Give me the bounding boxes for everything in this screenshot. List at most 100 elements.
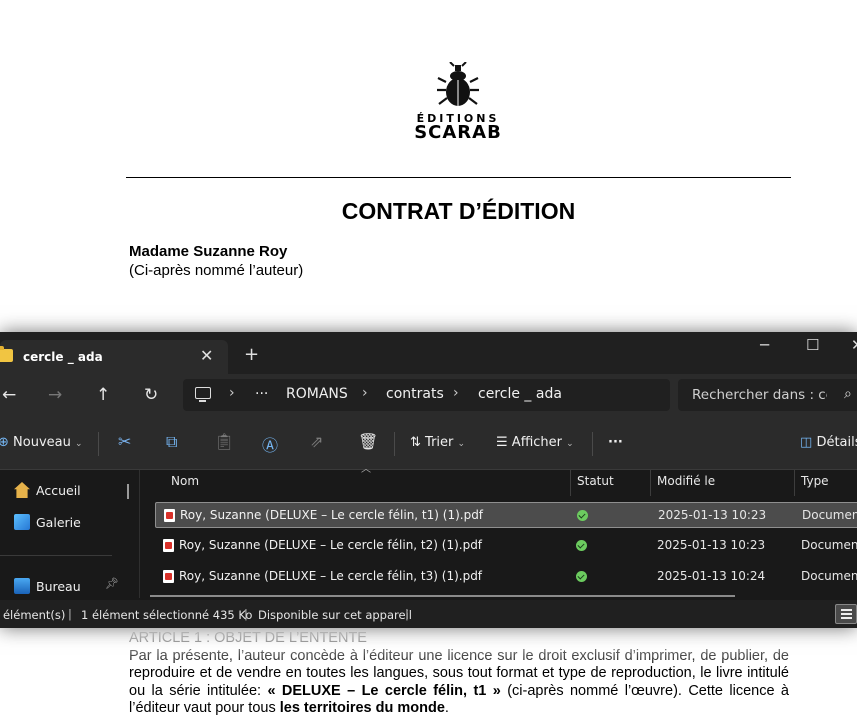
tab-label: cercle _ ada [23,350,103,364]
up-arrow-icon[interactable]: ↑ [96,385,110,405]
scarab-beetle-icon [437,62,479,106]
pdf-file-icon [163,570,174,583]
rename-icon[interactable]: Ⓐ [262,432,278,456]
pdf-file-icon [164,509,175,522]
details-pane-icon: ◫ [800,435,813,450]
territory-bold: les territoires du monde [279,700,445,716]
selection-info: 1 élément sélectionné 435 Ko [81,608,253,622]
new-tab-button[interactable]: + [244,344,259,365]
status-bar: 3 élément(s) | 1 élément sélectionné 435… [0,600,857,628]
minimize-button[interactable]: ─ [760,336,769,354]
close-window-button[interactable]: ✕ [851,336,857,354]
file-list: ︿ Nom Statut Modifié le Type Roy, Suzann… [141,464,857,598]
sidebar-item-label: Accueil [36,483,81,498]
breadcrumb-romans[interactable]: ROMANS [286,386,348,402]
view-label: Afficher [511,435,562,450]
details-view-toggle-icon[interactable] [835,604,857,624]
toolbar-divider [592,432,593,456]
details-button[interactable]: ◫ Détails [800,435,857,450]
logo-text-bottom: SCARAB [414,122,502,143]
sidebar-item-bureau[interactable]: Bureau [14,578,81,594]
computer-icon [195,387,211,402]
refresh-icon[interactable]: ↻ [144,385,158,405]
maximize-button[interactable]: ☐ [806,336,819,354]
paste-icon[interactable]: 📋︎ [214,432,234,451]
plus-circle-icon: ⊕ [0,435,9,450]
share-icon[interactable]: ⇗ [310,432,323,451]
column-header-type[interactable]: Type [801,474,829,488]
new-label: Nouveau [13,435,71,450]
file-type: Document [802,508,857,522]
chevron-right-icon: › [362,385,368,401]
file-name: Roy, Suzanne (DELUXE – Le cercle félin, … [179,569,483,583]
sidebar-scrollbar[interactable] [127,484,129,499]
sort-icon: ⇅ [410,435,421,450]
column-header-status[interactable]: Statut [577,474,614,488]
navigation-pane: Accueil Galerie Bureau 📌︎ [0,470,140,598]
sidebar-item-label: Galerie [36,515,81,530]
search-input[interactable]: Rechercher dans : cercle _ ada [692,387,827,403]
back-arrow-icon[interactable]: ← [2,385,16,405]
folder-icon [0,346,13,362]
address-bar[interactable]: › ··· ROMANS › contrats › cercle _ ada [183,379,670,411]
file-row[interactable]: Roy, Suzanne (DELUXE – Le cercle félin, … [155,533,857,559]
pin-icon[interactable]: 📌︎ [105,577,119,590]
sidebar-item-galerie[interactable]: Galerie [14,514,81,530]
title-bar: cercle _ ada ✕ + ─ ☐ ✕ [0,332,857,374]
column-header-modified[interactable]: Modifié le [657,474,715,488]
copy-icon[interactable]: ⧉ [166,432,177,452]
cut-icon[interactable]: ✂ [118,432,131,451]
author-name: Madame Suzanne Roy [129,243,288,260]
sidebar-divider [0,555,112,556]
breadcrumb-contrats[interactable]: contrats [386,386,444,402]
file-modified: 2025-01-13 10:23 [657,538,766,552]
document-blank-area [120,300,320,330]
document-title: CONTRAT D’ÉDITION [341,198,576,224]
status-divider: | [68,607,72,621]
column-header-name[interactable]: Nom [171,474,199,488]
toolbar-divider [98,432,99,456]
sidebar-item-label: Bureau [36,579,81,594]
file-name: Roy, Suzanne (DELUXE – Le cercle félin, … [180,508,484,522]
home-icon [14,482,30,498]
breadcrumb-more[interactable]: ··· [255,386,268,402]
breadcrumb-cercle-ada[interactable]: cercle _ ada [478,386,562,402]
file-row[interactable]: Roy, Suzanne (DELUXE – Le cercle félin, … [155,564,857,590]
publisher-logo: ÉDITIONS SCARAB [400,62,516,144]
gallery-icon [14,514,30,530]
tab-cercle-ada[interactable]: cercle _ ada ✕ [0,340,228,374]
availability-info: Disponible sur cet appareil [258,608,412,622]
navigation-bar: ← → ↑ ↻ › ··· ROMANS › contrats › cercle… [0,374,857,418]
toolbar-divider [394,432,395,456]
search-box[interactable]: Rechercher dans : cercle _ ada ⌕ [678,379,857,411]
book-title-bold: « DELUXE – Le cercle félin, t1 » [267,682,501,699]
article-1: ARTICLE 1 : OBJET DE L’ENTENTE Par la pr… [129,630,789,718]
column-divider[interactable] [794,470,795,496]
delete-icon[interactable]: 🗑︎ [358,432,378,451]
available-status-icon [577,510,588,521]
horizontal-scrollbar[interactable] [150,595,735,597]
column-divider[interactable] [650,470,651,496]
file-row[interactable]: Roy, Suzanne (DELUXE – Le cercle félin, … [155,502,857,528]
column-divider[interactable] [570,470,571,496]
close-tab-icon[interactable]: ✕ [200,346,213,365]
details-label: Détails [816,435,857,450]
more-options-button[interactable]: ··· [608,435,623,450]
article-text: . [444,700,449,716]
pdf-file-icon [163,539,174,552]
file-explorer-window: cercle _ ada ✕ + ─ ☐ ✕ ← → ↑ ↻ › ··· ROM… [0,332,857,628]
new-button[interactable]: ⊕ Nouveau ⌄ [0,435,83,450]
desktop-icon [14,578,30,594]
view-icon: ☰ [496,435,508,450]
chevron-down-icon: ⌄ [566,439,574,449]
available-status-icon [576,540,587,551]
view-button[interactable]: ☰ Afficher ⌄ [496,435,574,450]
sidebar-item-accueil[interactable]: Accueil [14,482,81,498]
forward-arrow-icon[interactable]: → [48,385,62,405]
search-icon: ⌕ [844,386,852,402]
chevron-right-icon: › [453,385,459,401]
sort-button[interactable]: ⇅ Trier ⌄ [410,435,465,450]
article-heading: ARTICLE 1 : OBJET DE L’ENTENTE [129,630,367,646]
chevron-down-icon: ⌄ [457,439,466,449]
chevron-right-icon: › [229,385,235,401]
